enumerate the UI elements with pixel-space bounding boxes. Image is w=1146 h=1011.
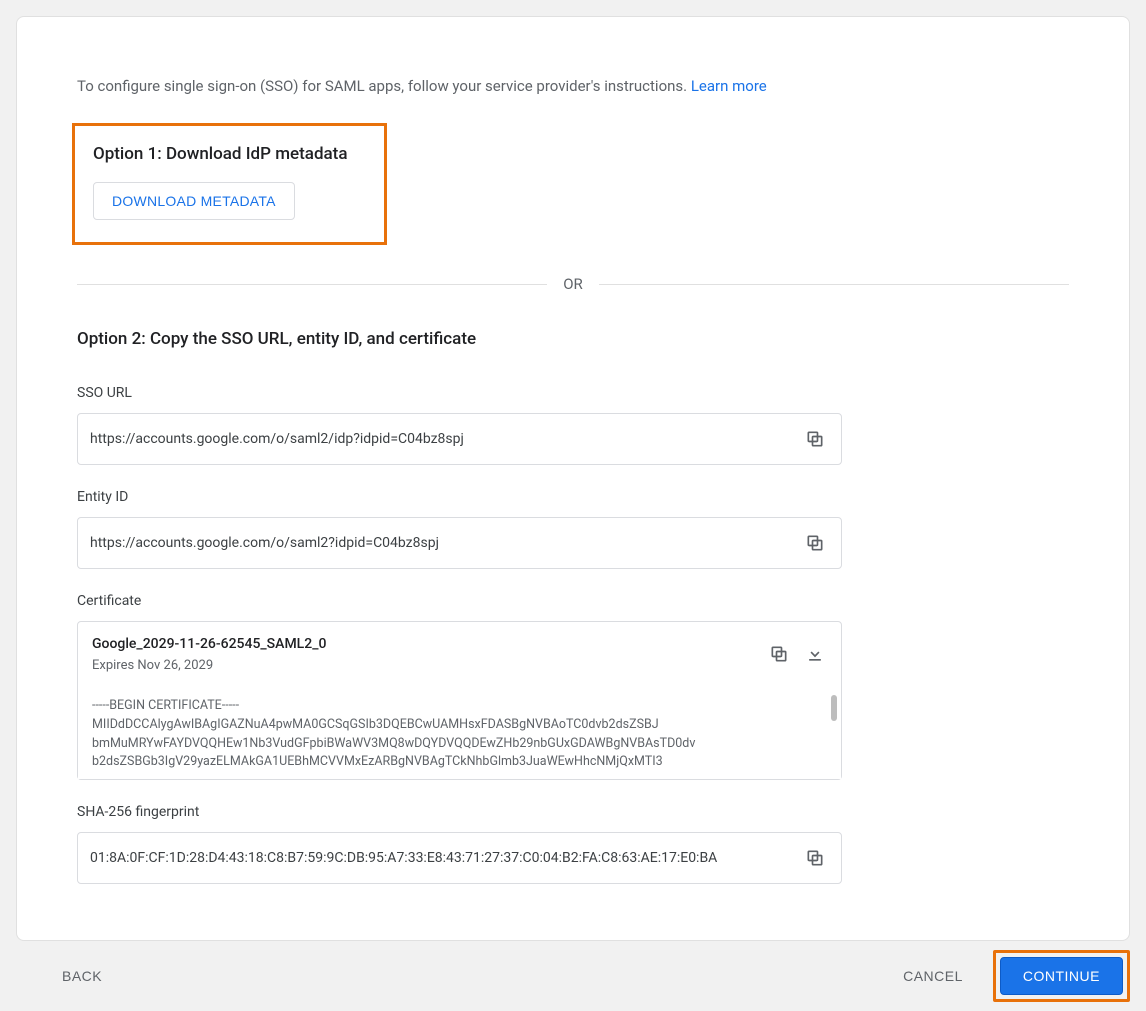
certificate-box: Google_2029-11-26-62545_SAML2_0 Expires … [77,621,842,780]
sha256-value: 01:8A:0F:CF:1D:28:D4:43:18:C8:B7:59:9C:D… [90,850,797,866]
cancel-button[interactable]: CANCEL [885,958,981,994]
intro-text: To configure single sign-on (SSO) for SA… [77,77,1069,95]
sso-url-label: SSO URL [77,385,842,401]
option1-highlight-box: Option 1: Download IdP metadata DOWNLOAD… [72,123,387,245]
continue-highlight-box: CONTINUE [993,950,1130,1002]
download-metadata-button[interactable]: DOWNLOAD METADATA [93,182,295,220]
copy-icon[interactable] [797,421,833,457]
certificate-group: Certificate Google_2029-11-26-62545_SAML… [77,593,842,780]
entity-id-label: Entity ID [77,489,842,505]
certificate-expires: Expires Nov 26, 2029 [92,658,761,673]
learn-more-link[interactable]: Learn more [691,77,767,95]
certificate-header: Google_2029-11-26-62545_SAML2_0 Expires … [78,622,841,687]
sha256-group: SHA-256 fingerprint 01:8A:0F:CF:1D:28:D4… [77,804,842,884]
divider-line-left [77,284,547,285]
or-divider: OR [77,275,1069,293]
certificate-name: Google_2029-11-26-62545_SAML2_0 [92,636,761,652]
scrollbar-thumb[interactable] [831,695,837,721]
divider-line-right [599,284,1069,285]
copy-icon[interactable] [797,525,833,561]
divider-text: OR [547,275,599,293]
download-icon[interactable] [797,636,833,672]
sha256-box: 01:8A:0F:CF:1D:28:D4:43:18:C8:B7:59:9C:D… [77,832,842,884]
option2-title: Option 2: Copy the SSO URL, entity ID, a… [77,329,1069,349]
copy-icon[interactable] [761,636,797,672]
certificate-text: -----BEGIN CERTIFICATE----- MIIDdDCCAlyg… [92,698,695,769]
main-card: To configure single sign-on (SSO) for SA… [16,16,1130,941]
entity-id-value: https://accounts.google.com/o/saml2?idpi… [90,535,797,551]
continue-button[interactable]: CONTINUE [1000,957,1123,995]
certificate-label: Certificate [77,593,842,609]
certificate-info: Google_2029-11-26-62545_SAML2_0 Expires … [92,636,761,673]
copy-icon[interactable] [797,840,833,876]
back-button[interactable]: BACK [44,958,120,994]
entity-id-box: https://accounts.google.com/o/saml2?idpi… [77,517,842,569]
footer-bar: BACK CANCEL CONTINUE [0,941,1146,1011]
option1-title: Option 1: Download IdP metadata [93,144,366,164]
certificate-body[interactable]: -----BEGIN CERTIFICATE----- MIIDdDCCAlyg… [78,687,841,779]
sso-url-group: SSO URL https://accounts.google.com/o/sa… [77,385,842,465]
entity-id-group: Entity ID https://accounts.google.com/o/… [77,489,842,569]
sha256-label: SHA-256 fingerprint [77,804,842,820]
sso-url-box: https://accounts.google.com/o/saml2/idp?… [77,413,842,465]
intro-body: To configure single sign-on (SSO) for SA… [77,77,691,95]
sso-url-value: https://accounts.google.com/o/saml2/idp?… [90,431,797,447]
